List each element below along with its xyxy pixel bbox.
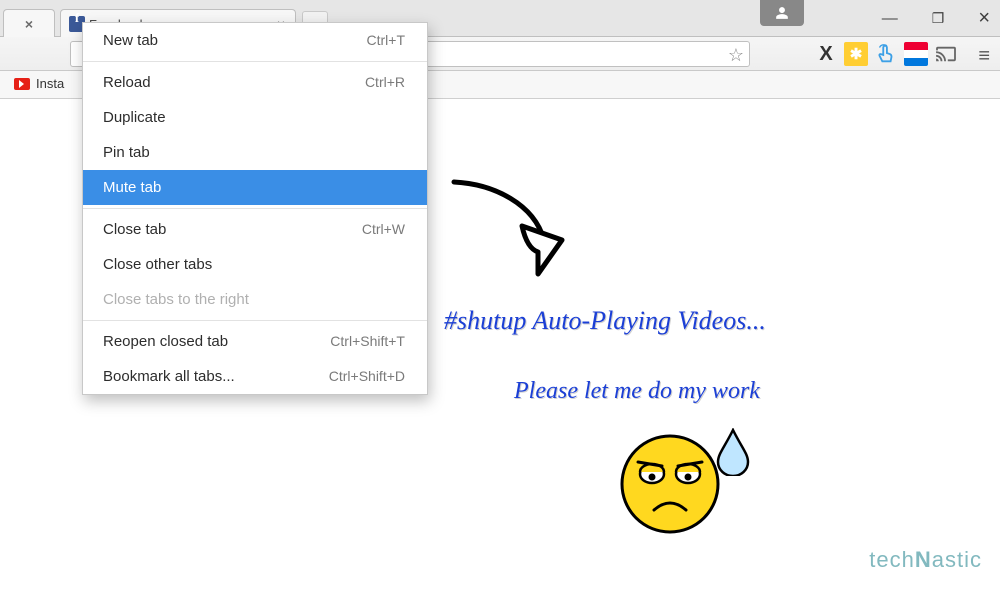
annotation-text-1: #shutup Auto-Playing Videos... [444, 306, 766, 336]
menu-item-new-tab[interactable]: New tab Ctrl+T [83, 23, 427, 58]
menu-item-duplicate[interactable]: Duplicate [83, 100, 427, 135]
menu-item-reload[interactable]: Reload Ctrl+R [83, 65, 427, 100]
extension-x-icon[interactable]: X [814, 42, 838, 66]
menu-item-close-tab[interactable]: Close tab Ctrl+W [83, 212, 427, 247]
person-icon [775, 6, 789, 20]
menu-button[interactable]: ≡ [978, 45, 990, 68]
arrow-annotation-icon [444, 174, 584, 284]
pinned-tab[interactable]: × [3, 9, 55, 38]
extension-flag-icon[interactable] [904, 42, 928, 66]
watermark-text: techNastic [869, 547, 982, 573]
cast-icon[interactable] [934, 42, 958, 66]
maximize-button[interactable]: ❐ [932, 10, 945, 27]
bookmark-item-insta[interactable]: Insta [14, 76, 64, 91]
menu-separator [83, 320, 427, 321]
youtube-icon [14, 78, 30, 90]
close-icon: × [25, 10, 33, 39]
menu-item-reopen-closed-tab[interactable]: Reopen closed tab Ctrl+Shift+T [83, 324, 427, 359]
menu-item-pin-tab[interactable]: Pin tab [83, 135, 427, 170]
menu-item-close-other-tabs[interactable]: Close other tabs [83, 247, 427, 282]
menu-item-close-tabs-right: Close tabs to the right [83, 282, 427, 317]
tab-context-menu: New tab Ctrl+T Reload Ctrl+R Duplicate P… [82, 22, 428, 395]
extension-gesture-icon[interactable] [874, 42, 898, 66]
tired-face-emoji-icon [618, 432, 722, 536]
menu-separator [83, 208, 427, 209]
close-button[interactable]: × [978, 7, 990, 30]
account-badge[interactable] [760, 0, 804, 26]
menu-separator [83, 61, 427, 62]
menu-item-bookmark-all-tabs[interactable]: Bookmark all tabs... Ctrl+Shift+D [83, 359, 427, 394]
window-controls: — ❐ × [882, 0, 990, 37]
menu-item-mute-tab[interactable]: Mute tab [83, 170, 427, 205]
minimize-button[interactable]: — [882, 10, 898, 28]
bookmark-label: Insta [36, 76, 64, 91]
annotation-text-2: Please let me do my work [514, 378, 760, 405]
bookmark-star-icon[interactable]: ☆ [728, 45, 744, 66]
extension-puzzle-icon[interactable]: ✱ [844, 42, 868, 66]
extensions-area: X ✱ [814, 42, 958, 66]
sweat-drop-icon [716, 428, 750, 476]
